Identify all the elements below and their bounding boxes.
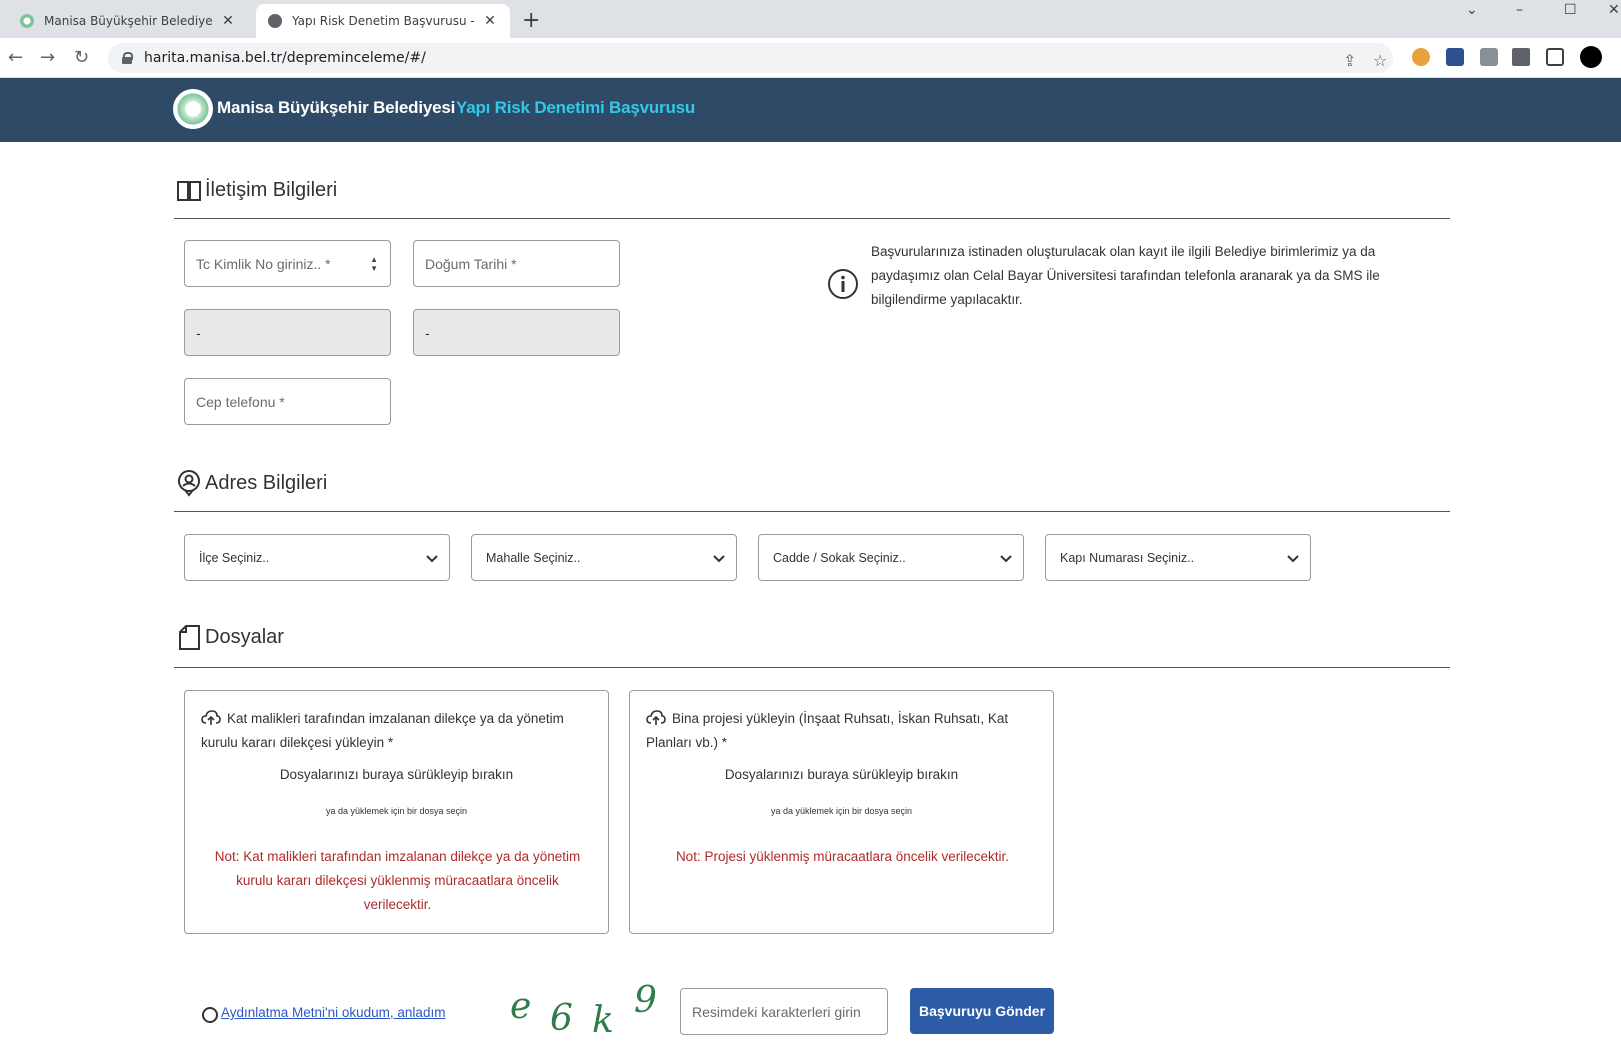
- address-bar: ← → ↻ harita.manisa.bel.tr/depremincelem…: [0, 38, 1621, 78]
- petition-upload-label-text: Kat malikleri tarafından imzalanan dilek…: [201, 711, 564, 750]
- project-upload-label: Bina projesi yükleyin (İnşaat Ruhsatı, İ…: [646, 707, 1036, 755]
- document-icon: [179, 625, 200, 650]
- cloud-upload-icon: [646, 710, 666, 725]
- url-text: harita.manisa.bel.tr/depreminceleme/#/: [144, 50, 426, 66]
- section-contact-title: İletişim Bilgileri: [175, 176, 337, 204]
- drop-text: Dosyalarınızı buraya sürükleyip bırakın: [279, 767, 514, 782]
- door-number-select-value: Kapı Numarası Seçiniz..: [1060, 550, 1195, 565]
- section-files-label: Dosyalar: [205, 625, 284, 648]
- book-icon: [177, 181, 201, 201]
- cloud-upload-icon: [201, 710, 221, 725]
- door-number-select[interactable]: Kapı Numarası Seçiniz..: [1045, 534, 1311, 581]
- submit-button[interactable]: Başvuruyu Gönder: [910, 988, 1054, 1034]
- birth-date-placeholder: Doğum Tarihi *: [425, 255, 517, 272]
- browser-tab-active[interactable]: Yapı Risk Denetim Başvurusu - M ✕: [256, 4, 510, 38]
- district-select-value: İlçe Seçiniz..: [199, 550, 270, 565]
- page-subtitle: Yapı Risk Denetimi Başvurusu: [456, 98, 696, 117]
- maximize-icon[interactable]: ☐: [1564, 2, 1577, 18]
- camera-icon[interactable]: [1480, 48, 1498, 66]
- close-window-icon[interactable]: ✕: [1608, 2, 1620, 18]
- new-tab-button[interactable]: +: [522, 8, 540, 33]
- chevron-down-icon: [713, 555, 725, 563]
- captcha-char: 6: [550, 998, 573, 1039]
- phone-placeholder: Cep telefonu *: [196, 393, 285, 410]
- neighborhood-select-value: Mahalle Seçiniz..: [486, 550, 581, 565]
- extension-icon[interactable]: [1446, 48, 1464, 66]
- captcha-char: e: [510, 986, 531, 1027]
- phone-input[interactable]: Cep telefonu *: [184, 378, 391, 425]
- brand-title: Manisa Büyükşehir Belediyesi: [217, 98, 456, 117]
- divider: [174, 511, 1450, 512]
- url-field[interactable]: harita.manisa.bel.tr/depreminceleme/#/ ⇪…: [108, 43, 1393, 73]
- reload-icon[interactable]: ↻: [74, 47, 89, 68]
- captcha-image: e 6 k 9: [510, 980, 657, 1040]
- bookmark-star-icon[interactable]: ☆: [1373, 51, 1387, 70]
- tc-kimlik-placeholder: Tc Kimlik No giriniz.. *: [196, 255, 331, 272]
- municipality-logo: [173, 89, 213, 129]
- site-header: Manisa Büyükşehir Belediyesi Yapı Risk D…: [0, 78, 1621, 142]
- street-select[interactable]: Cadde / Sokak Seçiniz..: [758, 534, 1024, 581]
- tc-kimlik-input[interactable]: Tc Kimlik No giriniz.. * ▲ ▼: [184, 240, 391, 287]
- site-favicon-icon: [20, 14, 34, 28]
- petition-upload-label: Kat malikleri tarafından imzalanan dilek…: [201, 707, 591, 755]
- browser-tab[interactable]: Manisa Büyükşehir Belediyesi ✕: [8, 4, 248, 38]
- side-panel-icon[interactable]: [1546, 48, 1564, 66]
- forward-icon[interactable]: →: [40, 47, 55, 68]
- choose-file-text[interactable]: ya da yüklemek için bir dosya seçin: [630, 806, 1053, 816]
- consent-radio[interactable]: [202, 1007, 218, 1023]
- drop-text: Dosyalarınızı buraya sürükleyip bırakın: [724, 767, 959, 782]
- back-icon[interactable]: ←: [8, 47, 23, 68]
- puzzle-extensions-icon[interactable]: [1512, 48, 1530, 66]
- consent-link[interactable]: Aydınlatma Metni'ni okudum, anladım: [221, 1005, 445, 1020]
- profile-avatar[interactable]: [1580, 46, 1602, 68]
- number-stepper-icon[interactable]: ▲ ▼: [370, 255, 378, 273]
- info-text: Başvurularınıza istinaden oluşturulacak …: [871, 244, 1380, 307]
- tab-title: Yapı Risk Denetim Başvurusu - M: [292, 14, 474, 28]
- close-tab-icon[interactable]: ✕: [220, 13, 236, 29]
- cookie-extension-icon[interactable]: [1412, 48, 1430, 66]
- captcha-input[interactable]: Resimdeki karakterleri girin: [680, 988, 888, 1035]
- priority-note: Not: Projesi yüklenmiş müracaatlara önce…: [675, 849, 1010, 864]
- surname-readonly-value: -: [425, 324, 430, 341]
- district-select[interactable]: İlçe Seçiniz..: [184, 534, 450, 581]
- captcha-char: 9: [634, 980, 657, 1021]
- priority-note: Not: Kat malikleri tarafından imzalanan …: [214, 849, 581, 912]
- section-contact-label: İletişim Bilgileri: [205, 178, 338, 201]
- surname-readonly-field: -: [413, 309, 620, 356]
- divider: [174, 218, 1450, 219]
- neighborhood-select[interactable]: Mahalle Seçiniz..: [471, 534, 737, 581]
- name-readonly-field: -: [184, 309, 391, 356]
- birth-date-input[interactable]: Doğum Tarihi *: [413, 240, 620, 287]
- petition-upload-dropzone[interactable]: Kat malikleri tarafından imzalanan dilek…: [184, 690, 609, 934]
- section-files-title: Dosyalar: [175, 623, 284, 651]
- street-select-value: Cadde / Sokak Seçiniz..: [773, 550, 906, 565]
- minimize-icon[interactable]: –: [1516, 2, 1523, 18]
- share-icon[interactable]: ⇪: [1343, 51, 1356, 70]
- section-address-label: Adres Bilgileri: [205, 471, 328, 494]
- tab-title: Manisa Büyükşehir Belediyesi: [44, 14, 212, 28]
- tab-search-icon[interactable]: ⌄: [1466, 2, 1478, 18]
- info-icon: [828, 269, 858, 299]
- globe-icon: [268, 14, 282, 28]
- name-readonly-value: -: [196, 324, 201, 341]
- chevron-down-icon: [1000, 555, 1012, 563]
- project-upload-dropzone[interactable]: Bina projesi yükleyin (İnşaat Ruhsatı, İ…: [629, 690, 1054, 934]
- location-person-icon: [178, 470, 200, 497]
- browser-tab-bar: Manisa Büyükşehir Belediyesi ✕ Yapı Risk…: [0, 0, 1621, 38]
- section-address-title: Adres Bilgileri: [175, 469, 327, 497]
- chevron-down-icon: [426, 555, 438, 563]
- captcha-placeholder: Resimdeki karakterleri girin: [692, 1003, 861, 1020]
- divider: [174, 667, 1450, 668]
- project-upload-label-text: Bina projesi yükleyin (İnşaat Ruhsatı, İ…: [646, 711, 1009, 750]
- captcha-char: k: [592, 1000, 614, 1040]
- close-tab-icon[interactable]: ✕: [482, 13, 498, 29]
- choose-file-text[interactable]: ya da yüklemek için bir dosya seçin: [185, 806, 608, 816]
- chevron-down-icon: [1287, 555, 1299, 563]
- lock-icon[interactable]: [122, 52, 133, 64]
